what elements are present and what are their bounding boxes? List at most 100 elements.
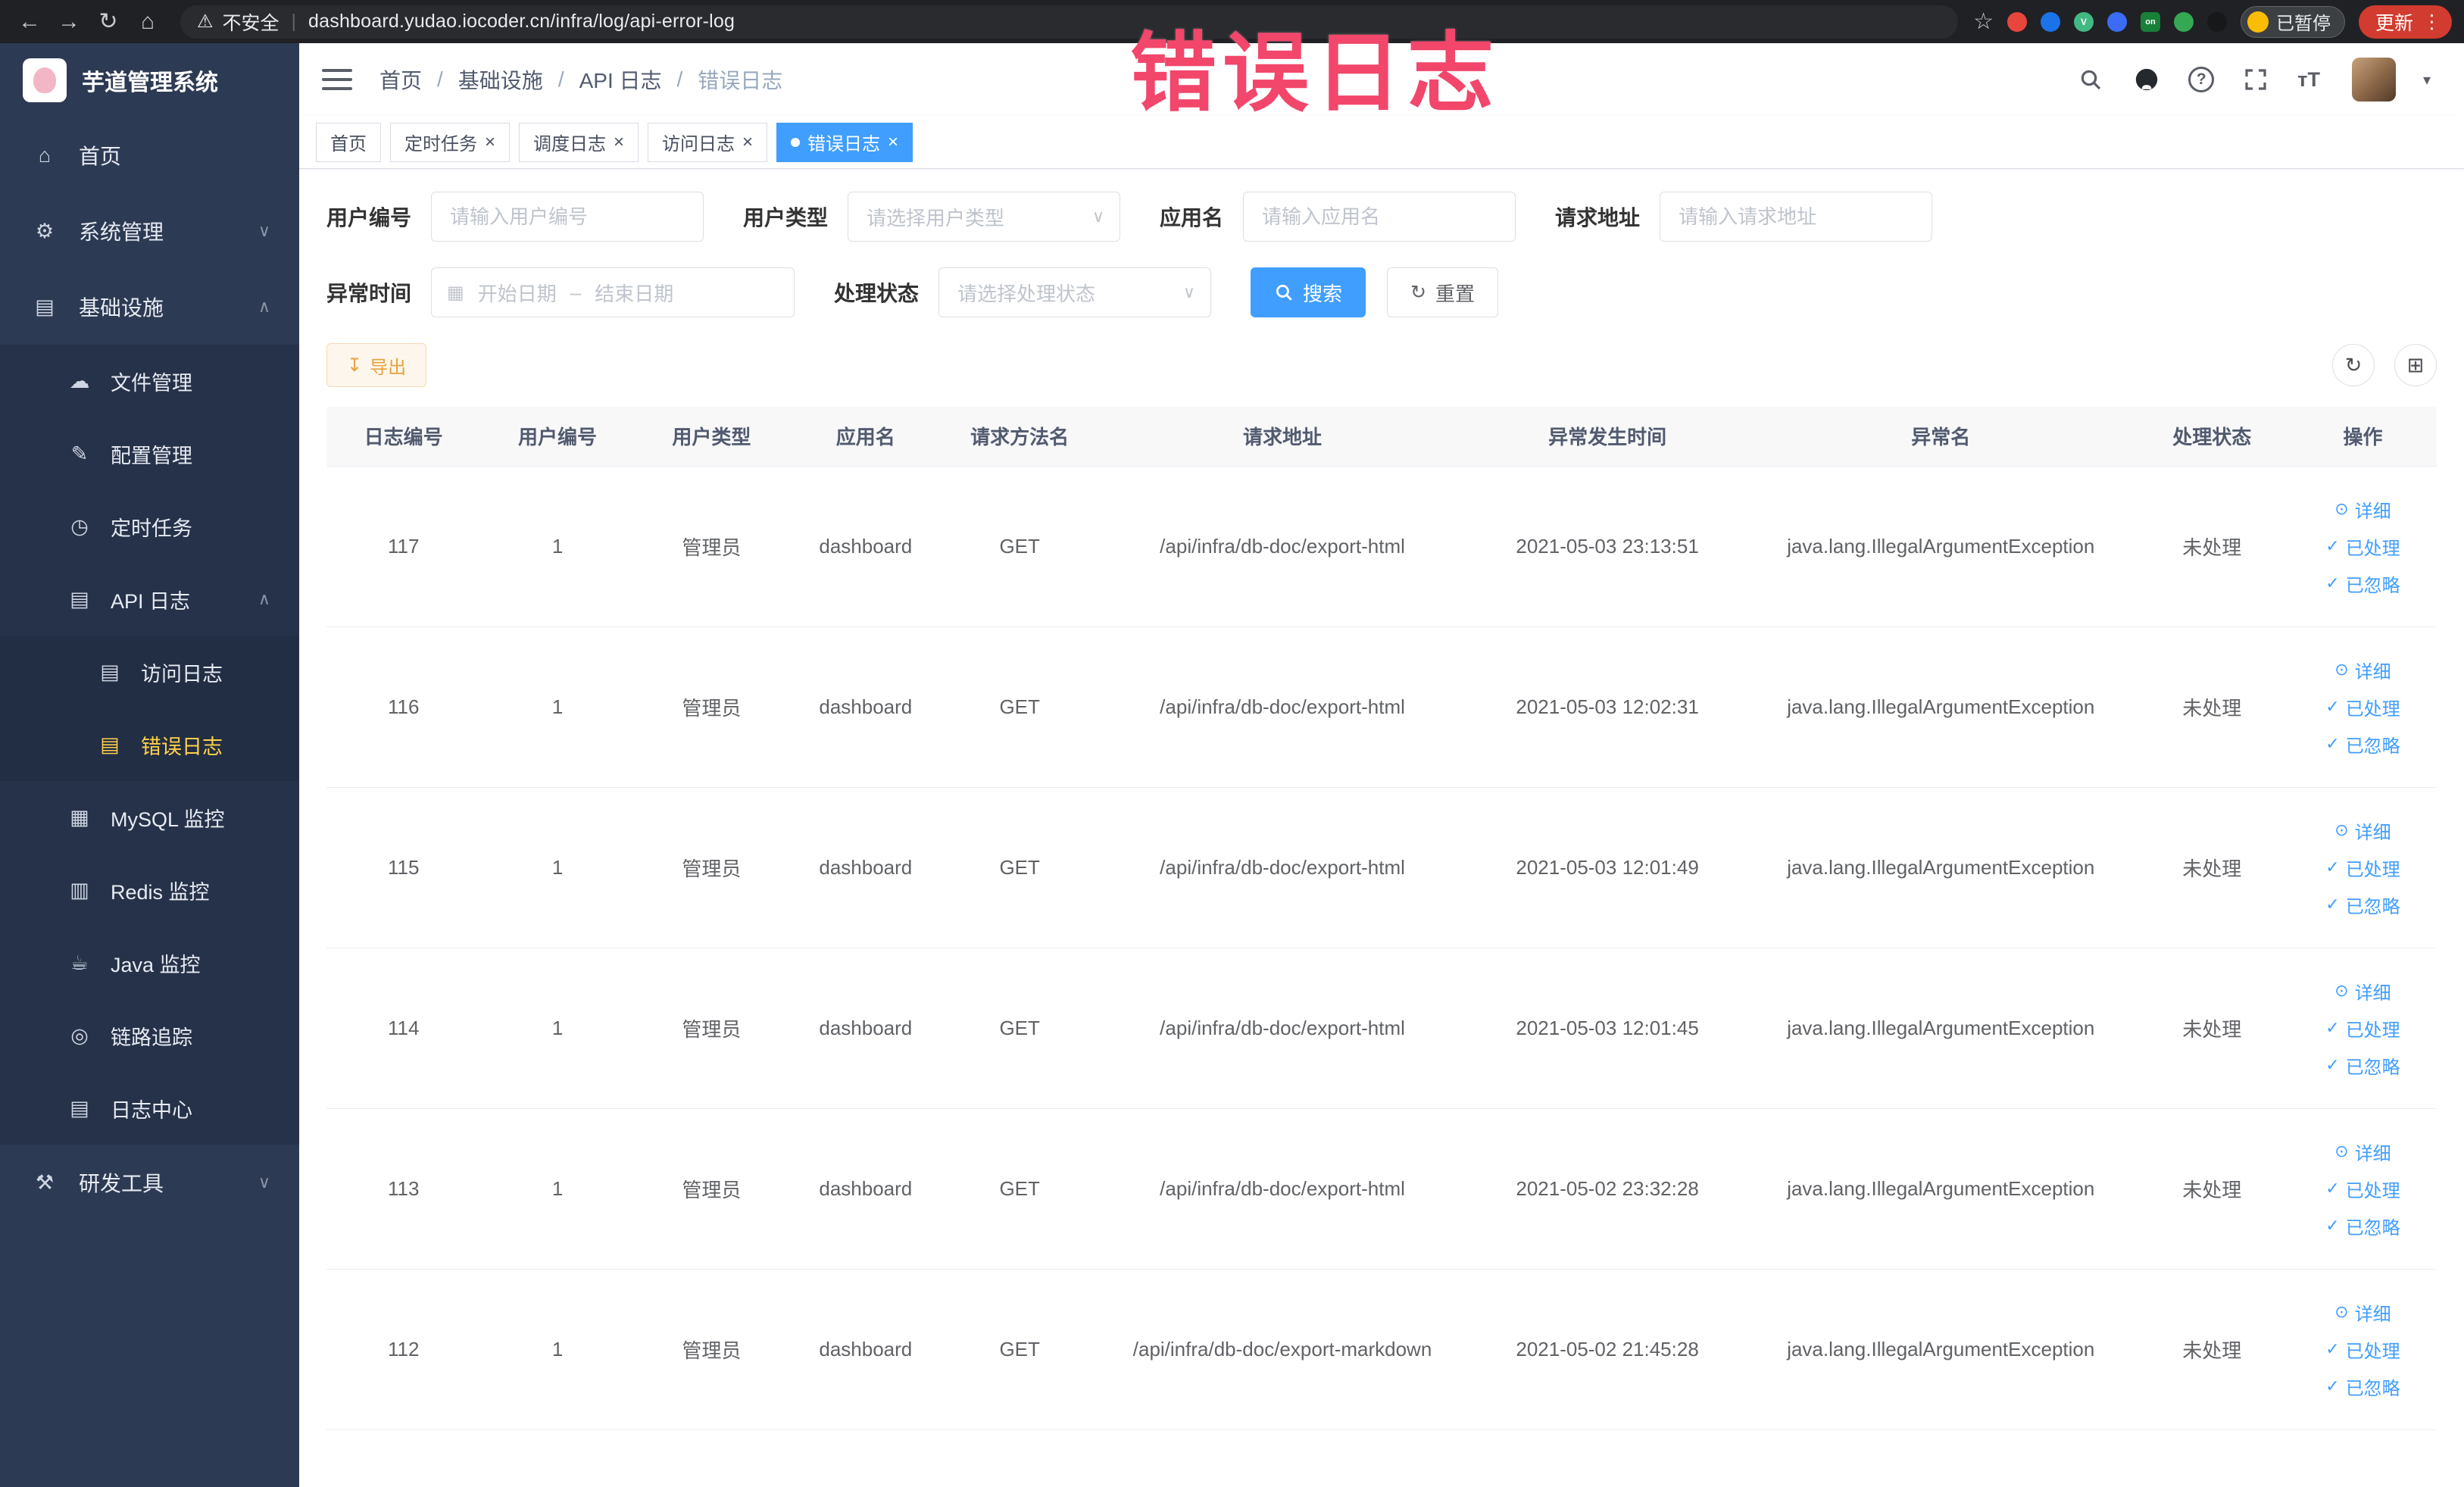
mark-ignored-link[interactable]: ✓ 已忽略: [2325, 570, 2400, 597]
reset-button[interactable]: ↻ 重置: [1387, 267, 1499, 317]
sidebar-item-home[interactable]: ⌂ 首页: [0, 117, 299, 193]
breadcrumb-home[interactable]: 首页: [379, 64, 422, 95]
layers-icon: ▥: [70, 878, 89, 901]
mark-processed-link[interactable]: ✓ 已处理: [2325, 533, 2400, 560]
avatar[interactable]: [2351, 58, 2396, 102]
sidebar-item-error-log[interactable]: ▤ 错误日志: [0, 708, 299, 781]
browser-update-button[interactable]: 更新 ⋮: [2358, 5, 2452, 39]
mark-processed-link[interactable]: ✓ 已处理: [2325, 694, 2400, 720]
detail-link[interactable]: ⊙ 详细: [2334, 496, 2391, 523]
mark-ignored-link[interactable]: ✓ 已忽略: [2325, 731, 2400, 758]
close-icon[interactable]: ×: [614, 133, 624, 152]
column-settings-button[interactable]: ⊞: [2394, 344, 2437, 386]
breadcrumb-api-log[interactable]: API 日志: [579, 64, 662, 95]
request-url-input[interactable]: [1660, 192, 1933, 242]
user-type-select[interactable]: 请选择用户类型 ∨: [848, 192, 1121, 242]
detail-link[interactable]: ⊙ 详细: [2334, 1139, 2391, 1165]
mark-ignored-link[interactable]: ✓ 已忽略: [2325, 892, 2400, 918]
sidebar-item-file-management[interactable]: ☁ 文件管理: [0, 345, 299, 417]
detail-link[interactable]: ⊙ 详细: [2334, 978, 2391, 1004]
address-bar[interactable]: ⚠ 不安全 | dashboard.yudao.iocoder.cn/infra…: [180, 5, 1959, 39]
sidebar-item-redis-monitor[interactable]: ▥ Redis 监控: [0, 854, 299, 926]
sidebar-item-infrastructure[interactable]: ▤ 基础设施 ∧: [0, 269, 299, 345]
sidebar: 芋道管理系统 ⌂ 首页 ⚙ 系统管理 ∨ ▤ 基础设施 ∧ ☁ 文件管理 ✎ 配…: [0, 43, 299, 1487]
security-label[interactable]: 不安全: [223, 8, 280, 36]
sidebar-item-java-monitor[interactable]: ☕ Java 监控: [0, 926, 299, 999]
extension-icon[interactable]: [2006, 11, 2027, 32]
col-user-type: 用户类型: [634, 407, 789, 467]
cell-user-id: 1: [480, 466, 635, 627]
fullscreen-icon[interactable]: [2241, 65, 2270, 94]
tab-home[interactable]: 首页: [316, 122, 381, 162]
tab-error-log[interactable]: 错误日志 ×: [776, 122, 913, 162]
browser-reload-button[interactable]: ↻: [91, 5, 126, 39]
vue-devtools-icon[interactable]: V: [2073, 11, 2094, 32]
paused-extension-chip[interactable]: 已暂停: [2240, 5, 2345, 38]
mark-processed-link[interactable]: ✓ 已处理: [2325, 1015, 2400, 1042]
export-button[interactable]: ↧ 导出: [326, 343, 427, 387]
search-icon[interactable]: [2076, 65, 2105, 94]
breadcrumb-infrastructure[interactable]: 基础设施: [458, 64, 543, 95]
process-status-select[interactable]: 请选择处理状态 ∨: [938, 267, 1212, 317]
browser-forward-button[interactable]: →: [52, 5, 86, 39]
bookmark-star-icon[interactable]: ☆: [1973, 8, 1994, 35]
user-id-input[interactable]: [431, 192, 704, 242]
refresh-table-button[interactable]: ↻: [2332, 344, 2375, 386]
browser-home-button[interactable]: ⌂: [130, 5, 165, 39]
cell-user-type: 管理员: [634, 626, 789, 788]
sidebar-item-mysql-monitor[interactable]: ▦ MySQL 监控: [0, 781, 299, 854]
sidebar-item-dev-tools[interactable]: ⚒ 研发工具 ∨: [0, 1145, 299, 1220]
extensions-puzzle-icon[interactable]: [2206, 11, 2227, 32]
cell-user-type: 管理员: [634, 787, 789, 948]
search-button[interactable]: 搜索: [1251, 267, 1366, 317]
mark-ignored-link[interactable]: ✓ 已忽略: [2325, 1373, 2400, 1400]
download-icon: ↧: [347, 355, 363, 376]
detail-link[interactable]: ⊙ 详细: [2334, 1299, 2391, 1326]
tab-scheduled-tasks[interactable]: 定时任务 ×: [390, 122, 511, 162]
url-text[interactable]: dashboard.yudao.iocoder.cn/infra/log/api…: [308, 11, 735, 33]
cell-process-status: 未处理: [2135, 466, 2289, 627]
detail-link[interactable]: ⊙ 详细: [2334, 657, 2391, 683]
close-icon[interactable]: ×: [742, 133, 753, 152]
check-icon: ✓: [2325, 697, 2340, 716]
sidebar-item-log-center[interactable]: ▤ 日志中心: [0, 1072, 299, 1145]
cell-request-url: /api/infra/db-doc/export-html: [1096, 1108, 1469, 1270]
help-icon[interactable]: ?: [2188, 67, 2215, 92]
extension-icon[interactable]: [2040, 11, 2060, 32]
caret-down-icon[interactable]: ▾: [2423, 70, 2431, 89]
sidebar-item-api-log[interactable]: ▤ API 日志 ∧: [0, 563, 299, 636]
browser-back-button[interactable]: ←: [12, 5, 47, 39]
app-name-input[interactable]: [1243, 192, 1516, 242]
extension-icon[interactable]: [2173, 11, 2194, 32]
cell-request-method: GET: [942, 1108, 1097, 1270]
exception-time-range-picker[interactable]: ▦ 开始日期 – 结束日期: [431, 267, 795, 317]
coffee-icon: ☕: [70, 951, 89, 974]
close-icon[interactable]: ×: [888, 133, 898, 152]
check-icon: ✓: [2325, 1055, 2340, 1074]
mark-processed-link[interactable]: ✓ 已处理: [2325, 854, 2400, 881]
tab-access-log[interactable]: 访问日志 ×: [648, 122, 768, 162]
sidebar-logo[interactable]: 芋道管理系统: [0, 43, 299, 117]
mark-ignored-link[interactable]: ✓ 已忽略: [2325, 1052, 2400, 1079]
calendar-icon: ▦: [447, 282, 464, 303]
close-icon[interactable]: ×: [485, 133, 495, 152]
extension-icon[interactable]: [2106, 11, 2127, 32]
chevron-down-icon: ∨: [1091, 207, 1105, 226]
col-exception-time: 异常发生时间: [1468, 407, 1747, 467]
sidebar-toggle-icon[interactable]: [322, 69, 352, 90]
eye-icon: ⊙: [2334, 499, 2349, 518]
mark-processed-link[interactable]: ✓ 已处理: [2325, 1176, 2400, 1202]
cell-user-id: 1: [480, 1269, 635, 1430]
font-size-icon[interactable]: тT: [2297, 68, 2320, 92]
sidebar-item-trace[interactable]: ◎ 链路追踪: [0, 999, 299, 1072]
sidebar-item-system-management[interactable]: ⚙ 系统管理 ∨: [0, 193, 299, 269]
tab-schedule-log[interactable]: 调度日志 ×: [519, 122, 639, 162]
extension-icon[interactable]: on: [2140, 11, 2160, 32]
sidebar-item-config-management[interactable]: ✎ 配置管理: [0, 417, 299, 490]
sidebar-item-access-log[interactable]: ▤ 访问日志: [0, 636, 299, 708]
github-icon[interactable]: [2132, 65, 2161, 94]
mark-ignored-link[interactable]: ✓ 已忽略: [2325, 1213, 2400, 1239]
mark-processed-link[interactable]: ✓ 已处理: [2325, 1336, 2400, 1363]
detail-link[interactable]: ⊙ 详细: [2334, 817, 2391, 844]
sidebar-item-scheduled-tasks[interactable]: ◷ 定时任务: [0, 490, 299, 563]
